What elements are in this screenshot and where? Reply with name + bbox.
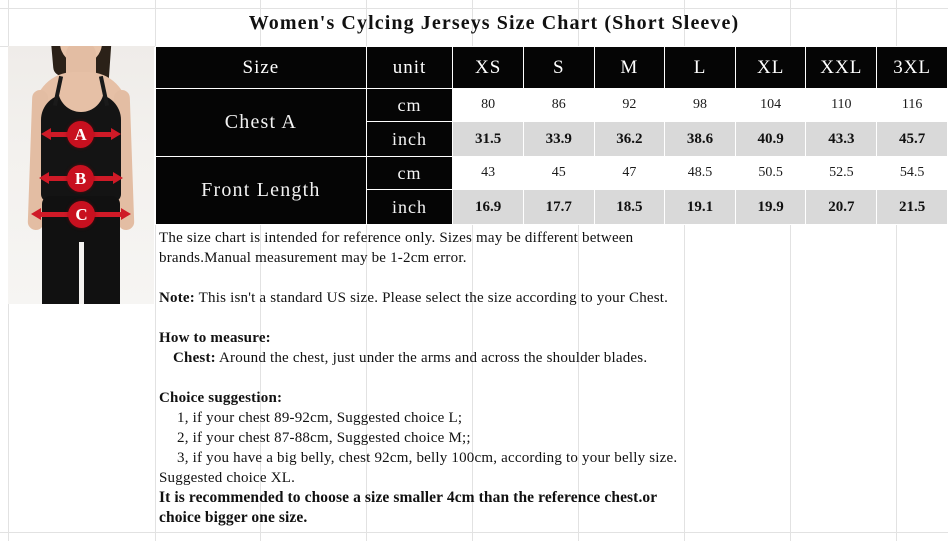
- header-size-xl: XL: [734, 46, 807, 89]
- header-unit: unit: [365, 46, 454, 89]
- measurement-diagram-photo: A B C: [8, 46, 154, 304]
- chest-label: Chest:: [173, 350, 216, 366]
- row-label-chest: Chest A: [155, 88, 367, 157]
- cell-chest-in-3xl: 45.7: [876, 121, 948, 157]
- disclaimer-line-1: The size chart is intended for reference…: [159, 230, 634, 246]
- header-size: Size: [155, 46, 367, 89]
- size-chart-page: Women's Cylcing Jerseys Size Chart (Shor…: [0, 0, 948, 541]
- notes-section: The size chart is intended for reference…: [159, 228, 945, 528]
- table-row: Front Length cm 43 45 47 48.5 50.5 52.5 …: [155, 156, 948, 225]
- chest-measure-line: Chest: Around the chest, just under the …: [159, 348, 945, 368]
- recommendation-line-1: It is recommended to choose a size small…: [159, 489, 658, 506]
- unit-cell-inch: inch: [365, 121, 454, 157]
- header-size-xs: XS: [452, 46, 524, 89]
- cell-length-cm-m: 47: [593, 156, 666, 190]
- choice-item-1: 1, if your chest 89-92cm, Suggested choi…: [177, 410, 463, 426]
- table-row: Chest A cm 80 86 92 98 104 110 116: [155, 88, 948, 157]
- cell-chest-cm-s: 86: [522, 88, 595, 122]
- header-size-3xl: 3XL: [876, 46, 948, 89]
- cell-chest-in-l: 38.6: [664, 121, 736, 157]
- unit-cell-inch: inch: [365, 189, 454, 225]
- page-title: Women's Cylcing Jerseys Size Chart (Shor…: [248, 11, 740, 34]
- cell-length-in-3xl: 21.5: [876, 189, 948, 225]
- cell-length-cm-3xl: 54.5: [876, 156, 948, 190]
- disclaimer-line-2: brands.Manual measurement may be 1-2cm e…: [159, 250, 467, 266]
- note-label: Note:: [159, 290, 195, 306]
- header-size-xxl: XXL: [805, 46, 878, 89]
- cell-chest-cm-m: 92: [593, 88, 666, 122]
- cell-length-cm-xl: 50.5: [734, 156, 807, 190]
- choice-suggestion-heading: Choice suggestion:: [159, 390, 283, 406]
- cell-chest-in-s: 33.9: [522, 121, 595, 157]
- table-header-row: Size unit XS S M L XL XXL 3XL: [155, 46, 948, 89]
- cell-chest-cm-xl: 104: [734, 88, 807, 122]
- cell-length-cm-xs: 43: [452, 156, 524, 190]
- chest-text: Around the chest, just under the arms an…: [219, 350, 648, 366]
- how-to-measure-heading: How to measure:: [159, 330, 271, 346]
- cell-length-cm-xxl: 52.5: [805, 156, 878, 190]
- leg-gap: [79, 242, 84, 304]
- marker-a: A: [67, 121, 94, 148]
- recommendation-line-2: choice bigger one size.: [159, 509, 308, 526]
- note-text: This isn't a standard US size. Please se…: [198, 290, 669, 306]
- cell-chest-cm-3xl: 116: [876, 88, 948, 122]
- cell-length-in-xs: 16.9: [452, 189, 524, 225]
- cell-chest-in-xs: 31.5: [452, 121, 524, 157]
- cell-chest-in-xxl: 43.3: [805, 121, 878, 157]
- row-label-front-length: Front Length: [155, 156, 367, 225]
- cell-length-cm-l: 48.5: [664, 156, 736, 190]
- header-size-s: S: [522, 46, 595, 89]
- page-title-band: Women's Cylcing Jerseys Size Chart (Shor…: [0, 0, 948, 46]
- size-chart-table: Size unit XS S M L XL XXL 3XL Chest A cm…: [155, 46, 948, 225]
- cell-chest-in-xl: 40.9: [734, 121, 807, 157]
- header-size-l: L: [664, 46, 736, 89]
- header-size-m: M: [593, 46, 666, 89]
- cell-chest-cm-xxl: 110: [805, 88, 878, 122]
- cell-length-in-m: 18.5: [593, 189, 666, 225]
- unit-cell-cm: cm: [365, 88, 454, 122]
- cell-length-in-l: 19.1: [664, 189, 736, 225]
- note-paragraph: Note: This isn't a standard US size. Ple…: [159, 288, 945, 308]
- cell-chest-cm-l: 98: [664, 88, 736, 122]
- cell-chest-in-m: 36.2: [593, 121, 666, 157]
- choice-item-2: 2, if your chest 87-88cm, Suggested choi…: [177, 430, 471, 446]
- cell-length-in-xl: 19.9: [734, 189, 807, 225]
- choice-item-3: 3, if you have a big belly, chest 92cm, …: [177, 450, 678, 466]
- choice-item-4: Suggested choice XL.: [159, 470, 296, 486]
- marker-c: C: [68, 201, 95, 228]
- marker-b: B: [67, 165, 94, 192]
- cell-chest-cm-xs: 80: [452, 88, 524, 122]
- cell-length-in-s: 17.7: [522, 189, 595, 225]
- unit-cell-cm: cm: [365, 156, 454, 190]
- cell-length-in-xxl: 20.7: [805, 189, 878, 225]
- cell-length-cm-s: 45: [522, 156, 595, 190]
